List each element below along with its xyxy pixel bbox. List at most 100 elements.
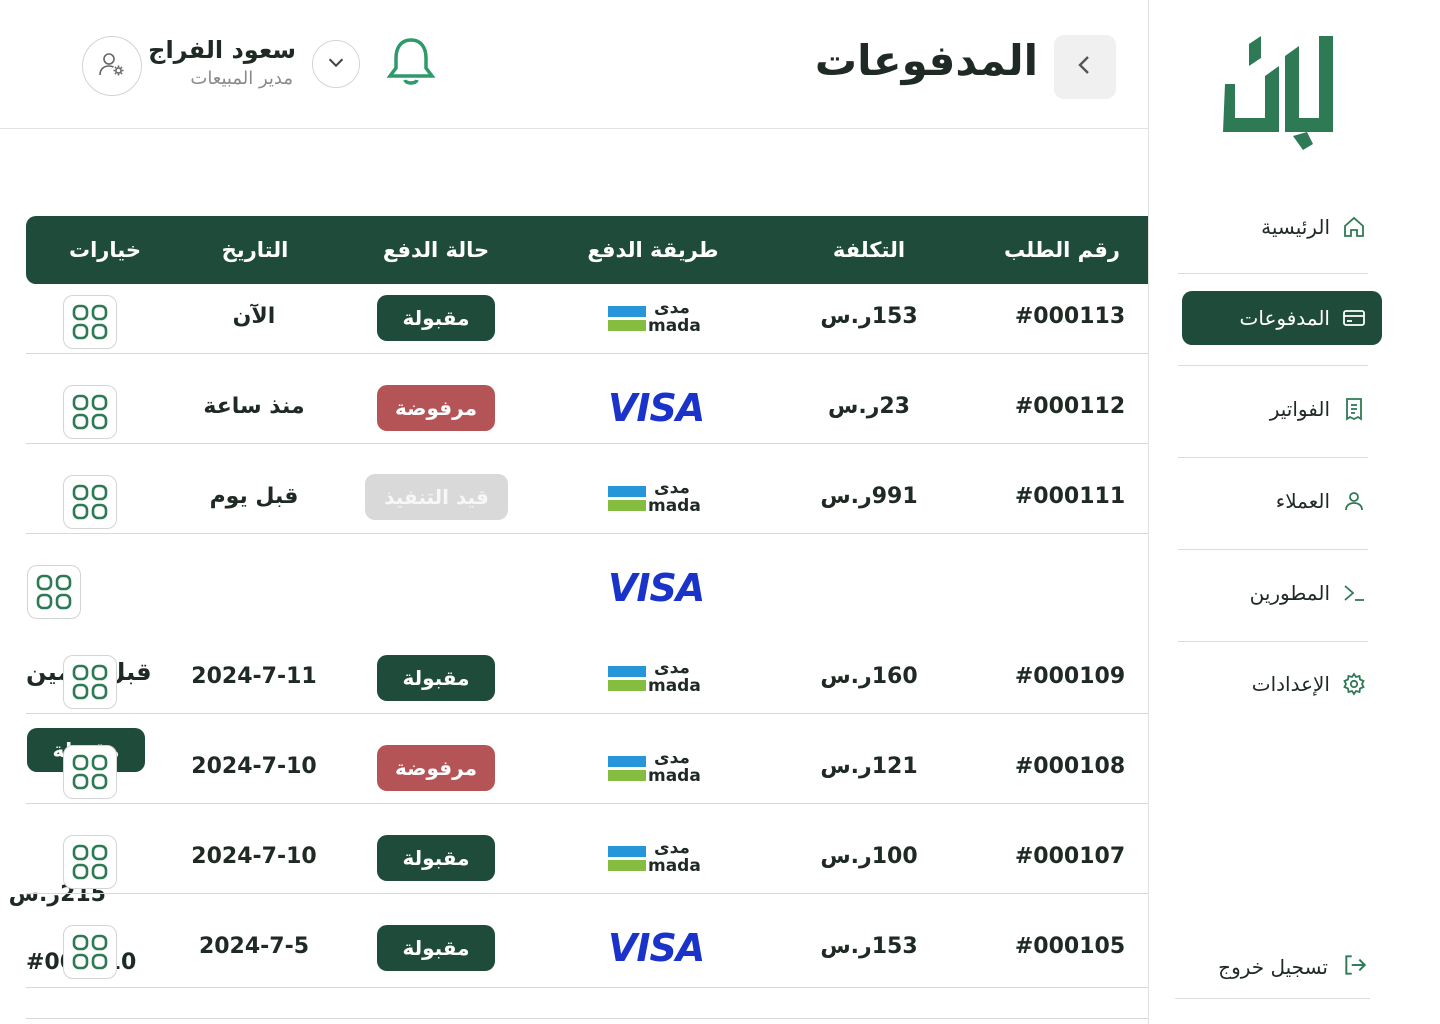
grid-icon — [72, 484, 108, 520]
sidebar-item-label: المطورين — [1249, 581, 1330, 605]
sidebar-item-developers[interactable]: المطورين — [1182, 566, 1382, 620]
user-menu-toggle[interactable] — [312, 40, 360, 88]
options-button[interactable] — [63, 295, 117, 349]
visa-logo: VISA — [608, 386, 705, 430]
user-role: مدير المبيعات — [190, 68, 293, 89]
notifications-button[interactable] — [386, 36, 436, 88]
options-button[interactable] — [63, 655, 117, 709]
card-icon — [1342, 306, 1366, 330]
row-divider — [26, 353, 1148, 354]
nav-divider — [1178, 365, 1368, 366]
row-divider — [26, 893, 1148, 894]
logout-divider — [1175, 998, 1370, 999]
cost: 100ر.س — [820, 844, 918, 869]
sidebar-item-settings[interactable]: الإعدادات — [1182, 657, 1382, 711]
row-divider — [26, 1018, 1148, 1019]
order-id: #000108 — [1014, 754, 1126, 779]
row-divider — [26, 987, 1148, 988]
mada-label-ar: مدى — [654, 748, 690, 768]
chevron-left-icon — [1073, 53, 1097, 81]
order-id: #000113 — [1014, 304, 1126, 329]
cost: 121ر.س — [820, 754, 918, 779]
date: الآن — [232, 304, 276, 329]
row-divider — [26, 713, 1148, 714]
nav-divider — [1178, 549, 1368, 550]
sidebar-item-label: الإعدادات — [1251, 672, 1330, 696]
sidebar-item-invoices[interactable]: الفواتير — [1182, 382, 1382, 436]
page-header: المدفوعات سعود الفراج مدير المبيعات — [0, 0, 1148, 129]
column-header-payment-status: حالة الدفع — [382, 238, 490, 262]
column-header-cost: التكلفة — [832, 238, 906, 262]
app-root: الرئيسية المدفوعات الفواتير العملاء المط… — [0, 0, 1440, 1024]
status-badge: مقبولة — [377, 835, 495, 881]
chevron-down-icon — [325, 51, 347, 77]
gear-icon — [1342, 672, 1366, 696]
cost: 153ر.س — [820, 304, 918, 329]
options-button[interactable] — [63, 475, 117, 529]
sidebar-item-label: الفواتير — [1269, 397, 1330, 421]
mada-logo: مدى mada — [608, 748, 701, 786]
logout-button[interactable]: تسجيل خروج — [1218, 952, 1368, 982]
nav-divider — [1178, 273, 1368, 274]
mada-label-en: mada — [648, 496, 701, 516]
mada-label-ar: مدى — [654, 298, 690, 318]
cost: 153ر.س — [820, 934, 918, 959]
home-icon — [1342, 215, 1366, 239]
user-settings-icon — [97, 49, 127, 83]
sidebar-item-label: العملاء — [1275, 489, 1330, 513]
column-header-date: التاريخ — [221, 238, 289, 262]
back-button[interactable] — [1054, 35, 1116, 99]
status-badge: مرفوضة — [377, 745, 495, 791]
mada-logo: مدى mada — [608, 658, 701, 696]
table-header: رقم الطلب التكلفة طريقة الدفع حالة الدفع… — [26, 216, 1148, 284]
order-id: #000107 — [1014, 844, 1126, 869]
visa-logo: VISA — [608, 926, 705, 970]
sidebar: الرئيسية المدفوعات الفواتير العملاء المط… — [1148, 0, 1440, 1024]
logout-icon — [1342, 952, 1368, 982]
column-header-payment-method: طريقة الدفع — [587, 238, 719, 262]
mada-logo: مدى mada — [608, 298, 701, 336]
page-title: المدفوعات — [814, 36, 1038, 85]
date: 2024-7-11 — [191, 664, 317, 689]
options-button[interactable] — [63, 925, 117, 979]
column-header-options: خيارات — [69, 238, 141, 262]
grid-icon — [36, 574, 72, 610]
date: 2024-7-5 — [198, 934, 310, 959]
brand-logo — [1223, 36, 1335, 152]
terminal-icon — [1342, 581, 1366, 605]
user-name: سعود الفراج — [148, 36, 296, 64]
mada-logo: مدى mada — [608, 478, 701, 516]
nav-divider — [1178, 457, 1368, 458]
bell-icon — [386, 38, 436, 92]
order-id: #000112 — [1014, 394, 1126, 419]
sidebar-item-customers[interactable]: العملاء — [1182, 474, 1382, 528]
options-button[interactable] — [27, 565, 81, 619]
status-badge: مرفوضة — [377, 385, 495, 431]
status-badge: مقبولة — [377, 925, 495, 971]
avatar[interactable] — [82, 36, 142, 96]
mada-label-ar: مدى — [654, 838, 690, 858]
date: 2024-7-10 — [191, 844, 317, 869]
sidebar-item-label: المدفوعات — [1239, 306, 1330, 330]
date: 2024-7-10 — [191, 754, 317, 779]
options-button[interactable] — [63, 835, 117, 889]
options-button[interactable] — [63, 745, 117, 799]
order-id: #000109 — [1014, 664, 1126, 689]
logout-label: تسجيل خروج — [1218, 955, 1328, 979]
cost: 23ر.س — [827, 394, 910, 419]
mada-logo: مدى mada — [608, 838, 701, 876]
invoice-icon — [1342, 397, 1366, 421]
order-id: #000111 — [1014, 484, 1126, 509]
sidebar-item-payments[interactable]: المدفوعات — [1182, 291, 1382, 345]
sidebar-item-home[interactable]: الرئيسية — [1182, 200, 1382, 254]
date: منذ ساعة — [203, 394, 305, 419]
grid-icon — [72, 934, 108, 970]
row-divider — [26, 443, 1148, 444]
mada-label-en: mada — [648, 676, 701, 696]
sidebar-item-label: الرئيسية — [1261, 215, 1330, 239]
order-id: #000105 — [1014, 934, 1126, 959]
options-button[interactable] — [63, 385, 117, 439]
mada-label-en: mada — [648, 856, 701, 876]
date: قبل يوم — [209, 484, 299, 509]
row-divider — [26, 533, 1148, 534]
